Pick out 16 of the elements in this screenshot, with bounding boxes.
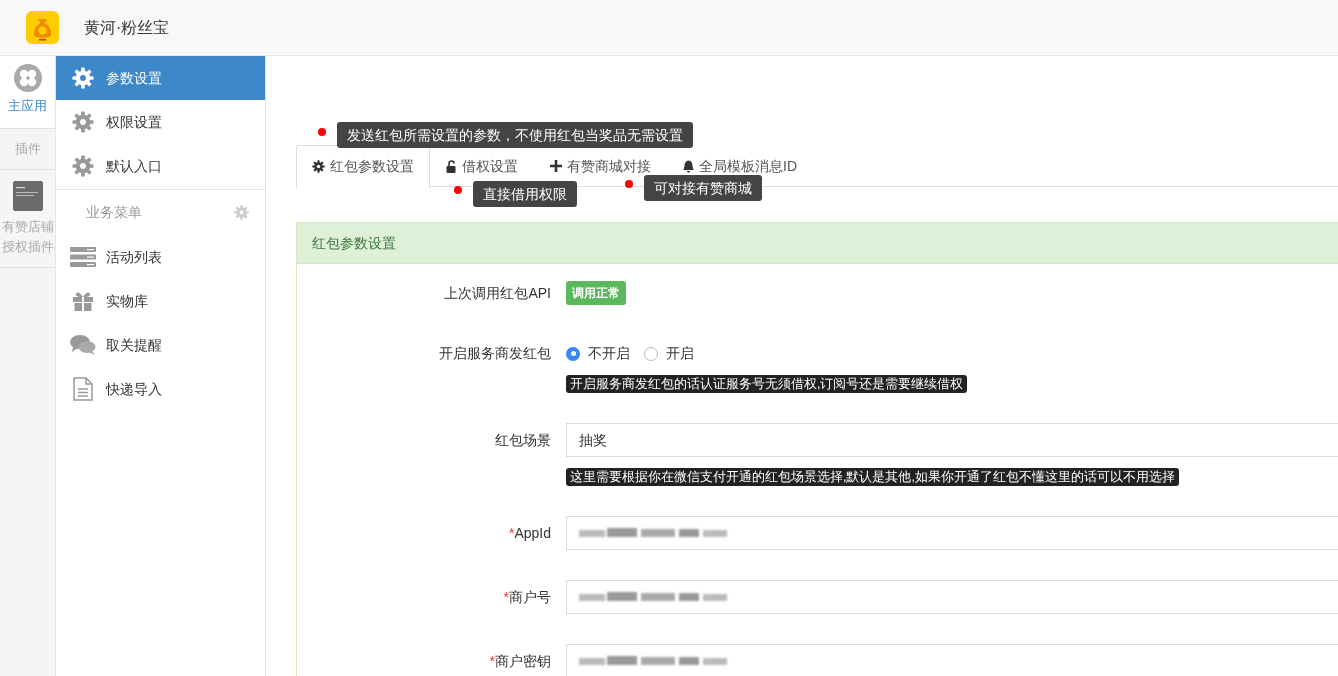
field-label: *AppId (507, 523, 551, 543)
field-label: 开启服务商发红包 (438, 344, 551, 363)
panel-title: 红包参数设置 (297, 223, 1338, 264)
menu-section-title: 业务菜单 (86, 203, 142, 222)
tooltip: 发送红包所需设置的参数，不使用红包当奖品无需设置 (337, 122, 693, 148)
status-badge: 调用正常 (566, 281, 626, 305)
app-title: 黄河·粉丝宝 (84, 17, 170, 38)
field-label: 红包场景 (494, 430, 551, 450)
tooltip: 可对接有赞商城 (644, 175, 762, 201)
hint-label: 开启服务商发红包的话认证服务号无须借权,订阅号还是需要继续借权 (566, 375, 968, 393)
field-label: *商户号 (502, 587, 551, 607)
field-label: *商户密钥 (488, 651, 551, 671)
tooltip: 直接借用权限 (473, 181, 577, 207)
rail-section-label: 插件 (14, 140, 41, 159)
field-label: 上次调用红包API (443, 283, 551, 303)
hint-label: 这里需要根据你在微信支付开通的红包场景选择,默认是其他,如果你开通了红包不懂这里的话可以不用选择 (566, 468, 1179, 486)
